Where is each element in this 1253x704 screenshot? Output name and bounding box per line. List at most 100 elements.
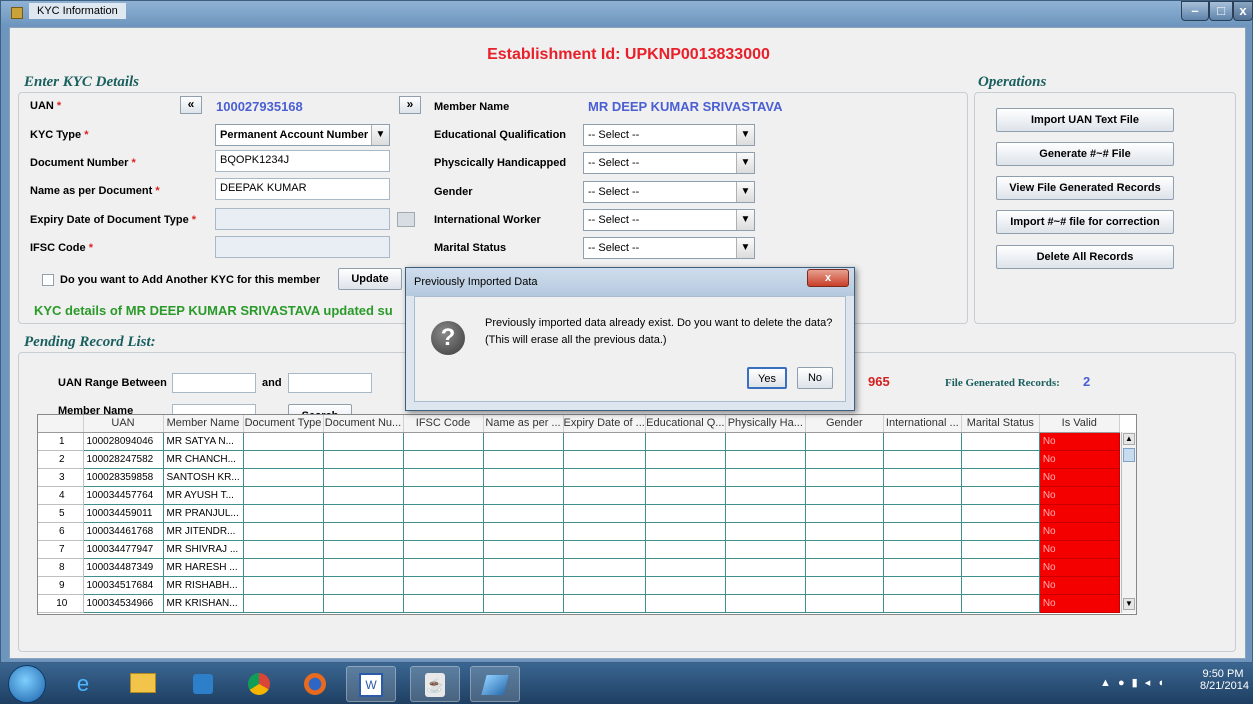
empty-cell[interactable]	[243, 468, 324, 487]
column-header[interactable]: Educational Q...	[645, 415, 726, 433]
view-generated-button[interactable]: View File Generated Records	[996, 176, 1174, 200]
firefox-icon[interactable]	[290, 666, 340, 702]
empty-cell[interactable]	[323, 540, 404, 559]
uan-cell[interactable]: 100028094046	[83, 432, 164, 451]
uan-cell[interactable]: 100028359858	[83, 468, 164, 487]
column-header[interactable]: IFSC Code	[403, 415, 484, 433]
is-valid-cell[interactable]: No	[1039, 432, 1120, 451]
empty-cell[interactable]	[243, 522, 324, 541]
empty-cell[interactable]	[725, 432, 806, 451]
empty-cell[interactable]	[403, 540, 484, 559]
folder-icon[interactable]	[118, 666, 168, 702]
empty-cell[interactable]	[645, 504, 726, 523]
empty-cell[interactable]	[403, 450, 484, 469]
handicapped-select[interactable]: -- Select -- ▼	[583, 152, 755, 174]
table-row[interactable]: 8 100034487349 MR HARESH ... No	[38, 558, 1120, 577]
empty-cell[interactable]	[805, 558, 884, 577]
empty-cell[interactable]	[883, 594, 962, 613]
column-header[interactable]: Member Name	[163, 415, 244, 433]
empty-cell[interactable]	[805, 486, 884, 505]
column-header[interactable]: Name as per ...	[483, 415, 564, 433]
chrome-icon[interactable]	[234, 666, 284, 702]
scroll-thumb[interactable]	[1123, 448, 1135, 462]
is-valid-cell[interactable]: No	[1039, 576, 1120, 595]
empty-cell[interactable]	[323, 468, 404, 487]
row-number[interactable]: 1	[38, 432, 84, 451]
column-header[interactable]: Document Type	[243, 415, 324, 433]
empty-cell[interactable]	[725, 522, 806, 541]
uan-cell[interactable]: 100028247582	[83, 450, 164, 469]
member-name-cell[interactable]: MR AYUSH T...	[163, 486, 244, 505]
app-icon[interactable]	[470, 666, 520, 702]
row-number[interactable]: 6	[38, 522, 84, 541]
empty-cell[interactable]	[961, 576, 1040, 595]
windows-start-icon[interactable]	[8, 665, 46, 703]
uan-cell[interactable]: 100034461768	[83, 522, 164, 541]
tray-icons[interactable]: ▲ ● ▮ ◂ ◖	[1100, 676, 1166, 689]
table-row[interactable]: 5 100034459011 MR PRANJUL... No	[38, 504, 1120, 523]
empty-cell[interactable]	[725, 450, 806, 469]
empty-cell[interactable]	[563, 540, 646, 559]
row-number[interactable]: 10	[38, 594, 84, 613]
ifsc-field[interactable]	[215, 236, 390, 258]
name-document-field[interactable]: DEEPAK KUMAR	[215, 178, 390, 200]
prev-uan-button[interactable]: «	[180, 96, 202, 114]
row-number[interactable]: 9	[38, 576, 84, 595]
uan-cell[interactable]: 100034477947	[83, 540, 164, 559]
yes-button[interactable]: Yes	[747, 367, 787, 389]
is-valid-cell[interactable]: No	[1039, 504, 1120, 523]
empty-cell[interactable]	[563, 558, 646, 577]
member-name-cell[interactable]: MR JITENDR...	[163, 522, 244, 541]
add-another-kyc-checkbox[interactable]	[42, 274, 54, 286]
column-header[interactable]: Expiry Date of ...	[563, 415, 646, 433]
empty-cell[interactable]	[645, 486, 726, 505]
member-name-cell[interactable]: MR SHIVRAJ ...	[163, 540, 244, 559]
empty-cell[interactable]	[483, 450, 564, 469]
empty-cell[interactable]	[805, 540, 884, 559]
is-valid-cell[interactable]: No	[1039, 468, 1120, 487]
member-name-cell[interactable]: SANTOSH KR...	[163, 468, 244, 487]
empty-cell[interactable]	[243, 504, 324, 523]
member-name-cell[interactable]: MR RISHABH...	[163, 576, 244, 595]
empty-cell[interactable]	[563, 450, 646, 469]
delete-all-button[interactable]: Delete All Records	[996, 245, 1174, 269]
empty-cell[interactable]	[805, 594, 884, 613]
table-scrollbar[interactable]: ▲ ▼	[1121, 432, 1136, 613]
table-row[interactable]: 6 100034461768 MR JITENDR... No	[38, 522, 1120, 541]
kyc-type-select[interactable]: Permanent Account Number ▼	[215, 124, 390, 146]
uan-cell[interactable]: 100034457764	[83, 486, 164, 505]
empty-cell[interactable]	[883, 450, 962, 469]
dialog-close-button[interactable]: x	[807, 269, 849, 287]
member-name-cell[interactable]: MR PRANJUL...	[163, 504, 244, 523]
empty-cell[interactable]	[805, 576, 884, 595]
update-button[interactable]: Update	[338, 268, 402, 290]
empty-cell[interactable]	[403, 432, 484, 451]
table-row[interactable]: 10 100034534966 MR KRISHAN... No	[38, 594, 1120, 613]
row-number[interactable]: 5	[38, 504, 84, 523]
empty-cell[interactable]	[883, 558, 962, 577]
empty-cell[interactable]	[645, 432, 726, 451]
empty-cell[interactable]	[725, 504, 806, 523]
expiry-date-field[interactable]	[215, 208, 390, 230]
java-icon[interactable]: ☕	[410, 666, 460, 702]
empty-cell[interactable]	[243, 558, 324, 577]
column-header[interactable]: Physically Ha...	[725, 415, 806, 433]
is-valid-cell[interactable]: No	[1039, 486, 1120, 505]
empty-cell[interactable]	[563, 486, 646, 505]
uan-range-to-input[interactable]	[288, 373, 372, 393]
empty-cell[interactable]	[323, 432, 404, 451]
member-name-cell[interactable]: MR SATYA N...	[163, 432, 244, 451]
title-bar[interactable]: KYC Information – □ x	[1, 1, 1253, 25]
edu-qualification-select[interactable]: -- Select -- ▼	[583, 124, 755, 146]
minimize-button[interactable]: –	[1181, 1, 1209, 21]
is-valid-cell[interactable]: No	[1039, 594, 1120, 613]
column-header[interactable]: Document Nu...	[323, 415, 404, 433]
empty-cell[interactable]	[563, 576, 646, 595]
row-number[interactable]: 2	[38, 450, 84, 469]
calendar-icon[interactable]	[397, 212, 415, 227]
empty-cell[interactable]	[883, 432, 962, 451]
empty-cell[interactable]	[323, 522, 404, 541]
empty-cell[interactable]	[883, 540, 962, 559]
uan-cell[interactable]: 100034534966	[83, 594, 164, 613]
empty-cell[interactable]	[403, 468, 484, 487]
